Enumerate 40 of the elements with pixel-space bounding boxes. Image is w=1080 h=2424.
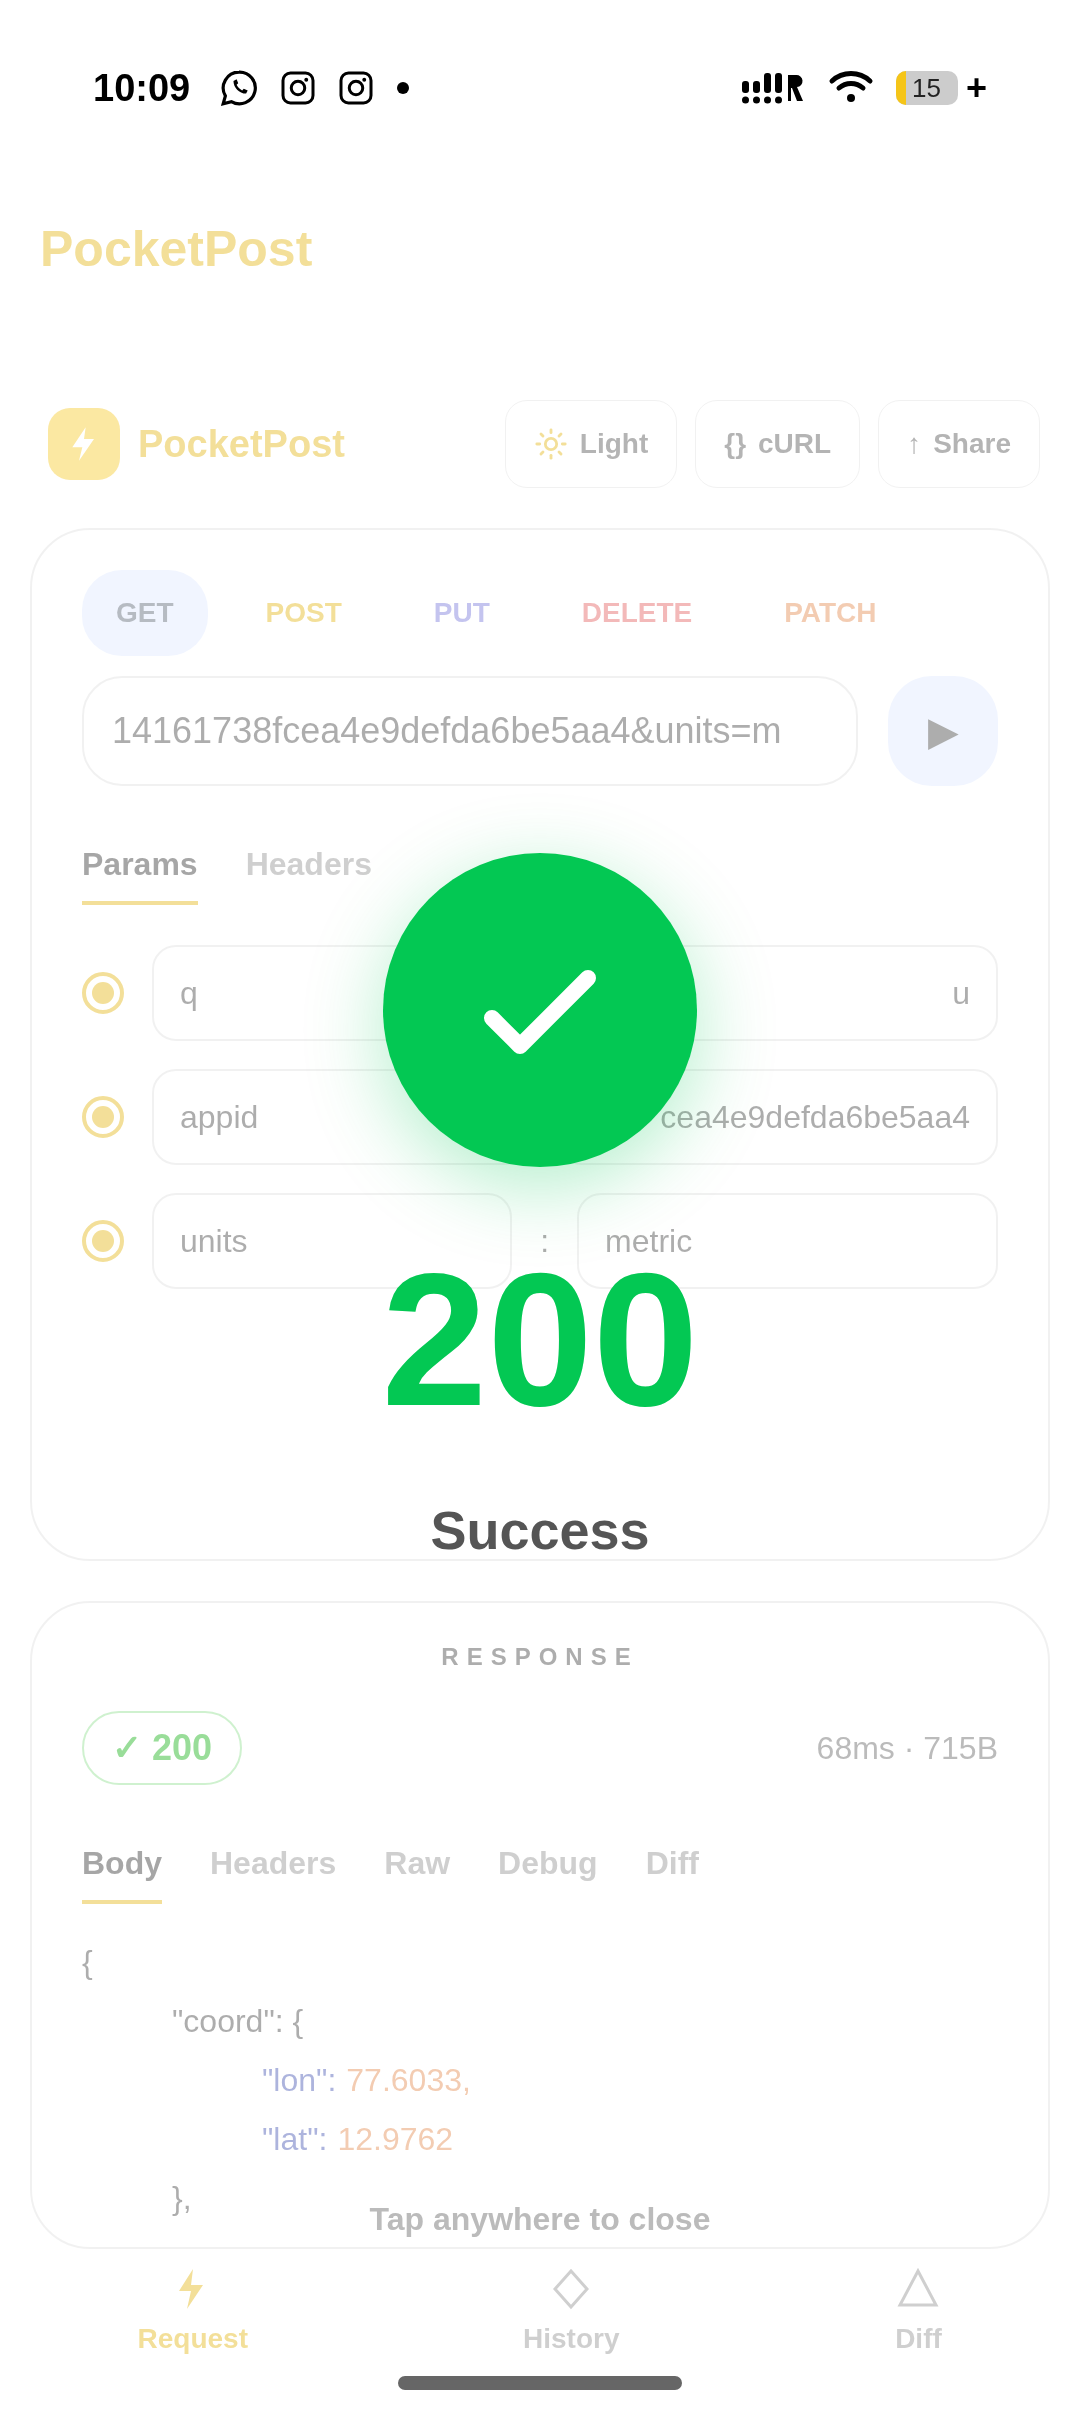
url-field[interactable]: 14161738fcea4e9defda6be5aa4&units=m: [82, 676, 858, 786]
chat-bubble-icon: [220, 69, 259, 107]
app-name: PocketPost: [138, 422, 345, 466]
sun-icon: [533, 427, 568, 461]
bolt-logo-icon: [48, 408, 120, 480]
code-line: },: [171, 2180, 193, 2217]
close-hint: Tap anywhere to close: [369, 2201, 711, 2238]
header-button[interactable]: ↑ Share: [878, 400, 1040, 488]
wifi-icon: [827, 71, 874, 105]
header-button[interactable]: Light: [504, 400, 678, 488]
code-line: {: [82, 1944, 94, 1981]
response-tab[interactable]: Body: [82, 1845, 162, 1904]
charging-mark: +: [965, 67, 987, 109]
method-tab[interactable]: GET: [82, 570, 208, 656]
code-line: "coord": {: [171, 2003, 305, 2040]
param-toggle[interactable]: [82, 1220, 124, 1262]
send-button[interactable]: ▶: [888, 676, 998, 786]
header-button[interactable]: {} cURL: [695, 400, 861, 488]
dot-icon: [396, 81, 411, 95]
param-toggle[interactable]: [82, 972, 124, 1014]
method-tab[interactable]: POST: [231, 570, 376, 656]
camera-icon: [280, 70, 317, 106]
param-separator: :: [540, 1222, 550, 1260]
camera-icon: [338, 70, 375, 106]
code-line: "lat": 12.9762: [261, 2121, 455, 2158]
nav-tab[interactable]: Request: [131, 2264, 254, 2356]
status-pill: ✓ 200: [82, 1711, 243, 1785]
response-timing: 68ms · 715B: [816, 1729, 998, 1767]
method-tab[interactable]: PUT: [399, 570, 524, 656]
method-tab[interactable]: DELETE: [547, 570, 727, 656]
status-time: 10:09: [93, 66, 191, 110]
response-title: RESPONSE: [440, 1643, 640, 1671]
param-toggle[interactable]: [82, 1096, 124, 1138]
status-message: Success: [430, 1499, 650, 1561]
param-section-tab[interactable]: Params: [82, 846, 198, 905]
app-title: PocketPost: [39, 220, 314, 279]
signal-icon: [741, 71, 806, 105]
code-line: "lon": 77.6033,: [261, 2062, 472, 2099]
battery-icon: 15: [895, 71, 958, 105]
method-tab[interactable]: PATCH: [750, 570, 911, 656]
